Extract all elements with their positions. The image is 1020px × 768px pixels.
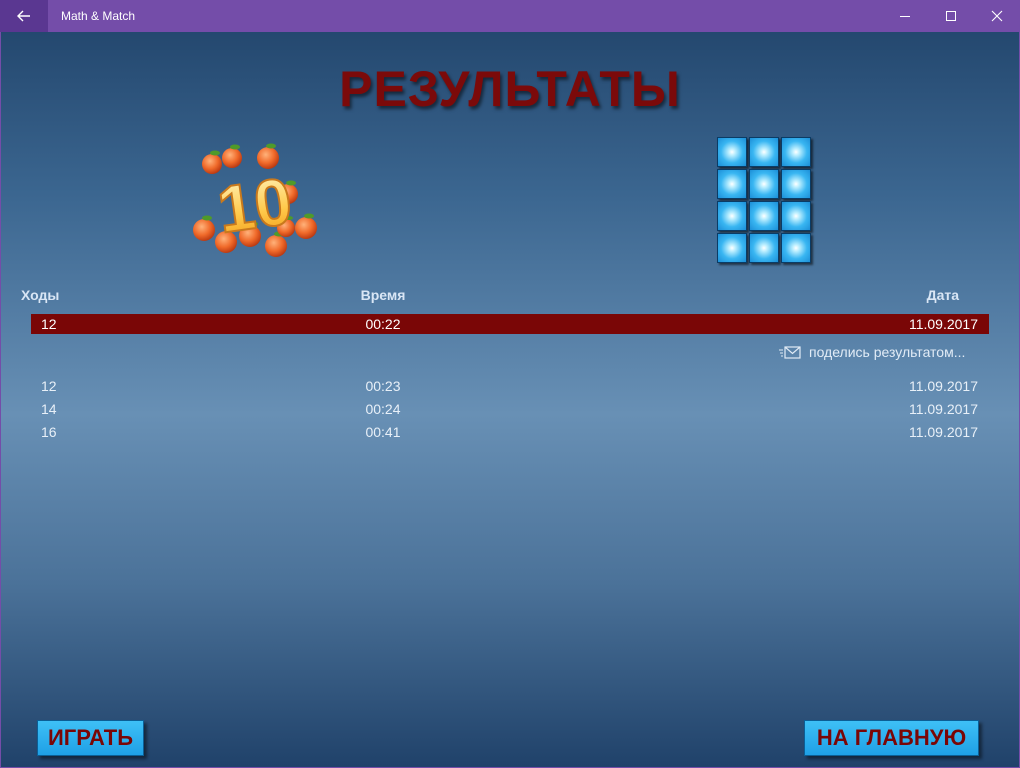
current-result-row: 12 00:22 11.09.2017 xyxy=(31,314,989,334)
grid-tile xyxy=(781,201,811,231)
grid-tile xyxy=(781,169,811,199)
title-bar: Math & Match xyxy=(0,0,1020,32)
tile-grid-3x4-icon xyxy=(717,137,813,265)
time-cell: 00:22 xyxy=(365,316,401,332)
grid-tile xyxy=(749,137,779,167)
share-results-link[interactable]: поделись результатом... xyxy=(779,342,965,362)
maximize-button[interactable] xyxy=(928,0,974,32)
home-button[interactable]: НА ГЛАВНУЮ xyxy=(804,720,979,756)
moves-cell: 12 xyxy=(41,378,57,394)
grid-tile xyxy=(717,169,747,199)
table-row: 16 00:41 11.09.2017 xyxy=(31,422,989,442)
page-title: РЕЗУЛЬТАТЫ xyxy=(339,61,681,117)
grid-tile xyxy=(717,201,747,231)
column-header-moves: Ходы xyxy=(21,287,60,303)
time-cell: 00:23 xyxy=(365,378,401,394)
date-cell: 11.09.2017 xyxy=(908,378,978,394)
back-button[interactable] xyxy=(0,0,48,32)
minimize-button[interactable] xyxy=(882,0,928,32)
date-cell: 11.09.2017 xyxy=(908,401,978,417)
grid-tile xyxy=(717,233,747,263)
play-button[interactable]: ИГРАТЬ xyxy=(37,720,144,756)
apples-ten-logo: 10 xyxy=(193,143,317,257)
logo-number: 10 xyxy=(213,163,296,246)
time-cell: 00:24 xyxy=(365,401,401,417)
minimize-icon xyxy=(900,16,910,17)
grid-tile xyxy=(781,137,811,167)
time-cell: 00:41 xyxy=(365,424,401,440)
moves-cell: 12 xyxy=(41,316,57,332)
grid-tile xyxy=(749,169,779,199)
grid-tile xyxy=(781,233,811,263)
column-header-date: Дата xyxy=(926,287,959,303)
moves-cell: 16 xyxy=(41,424,57,440)
table-row: 12 00:23 11.09.2017 xyxy=(31,376,989,396)
close-button[interactable] xyxy=(974,0,1020,32)
date-cell: 11.09.2017 xyxy=(908,424,978,440)
date-cell: 11.09.2017 xyxy=(908,316,978,332)
moves-cell: 14 xyxy=(41,401,57,417)
close-icon xyxy=(991,10,1003,22)
share-mail-icon xyxy=(779,346,801,359)
grid-tile xyxy=(749,233,779,263)
share-label: поделись результатом... xyxy=(809,344,966,360)
grid-tile xyxy=(717,137,747,167)
table-row: 14 00:24 11.09.2017 xyxy=(31,399,989,419)
maximize-icon xyxy=(946,11,956,21)
grid-tile xyxy=(749,201,779,231)
column-header-time: Время xyxy=(360,287,406,303)
app-title: Math & Match xyxy=(61,9,136,23)
back-arrow-icon xyxy=(17,10,30,22)
